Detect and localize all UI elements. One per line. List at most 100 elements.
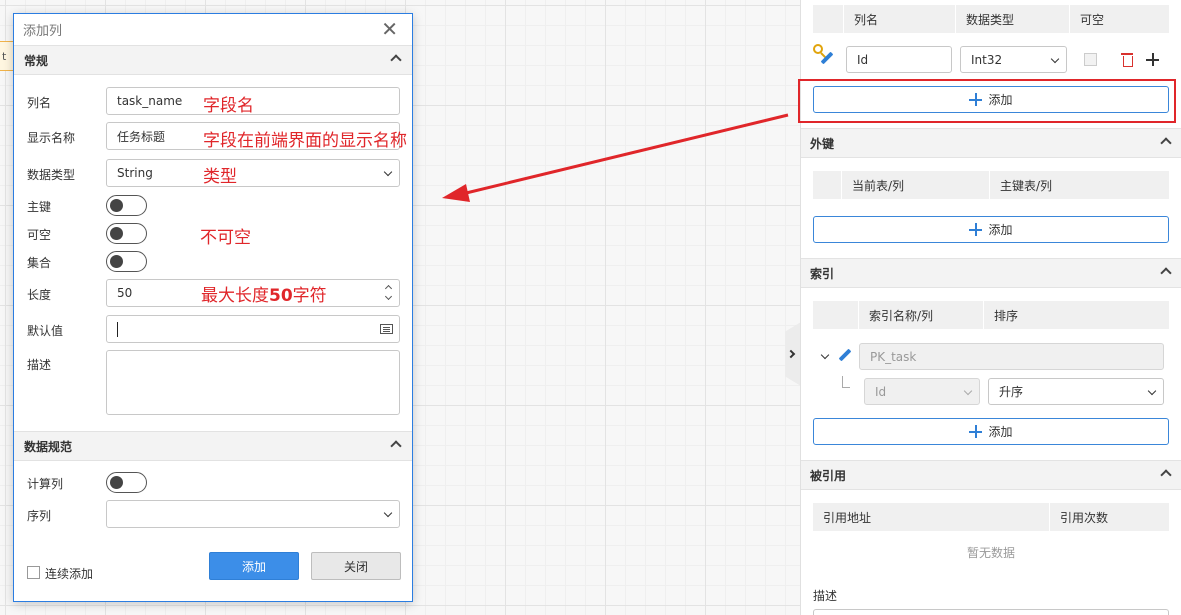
chevron-down-icon <box>963 386 973 396</box>
field-label-default: 默认值 <box>27 324 64 338</box>
panel-description-input[interactable] <box>813 609 1169 615</box>
highlight-frame <box>798 79 1176 123</box>
description-textarea[interactable] <box>106 350 400 415</box>
field-label-description: 描述 <box>27 358 52 372</box>
chevron-up-icon <box>1160 137 1172 149</box>
add-index-button[interactable]: 添加 <box>813 418 1169 445</box>
col-header-nullable: 可空 <box>1069 5 1129 33</box>
section-general-header[interactable]: 常规 <box>14 45 412 75</box>
annotation-data-type: 类型 <box>203 167 237 187</box>
data-type-select[interactable]: String <box>106 159 400 187</box>
indexes-title: 索引 <box>810 266 835 281</box>
close-icon[interactable]: ✕ <box>381 19 398 39</box>
tree-connector <box>842 376 850 388</box>
section-general-title: 常规 <box>24 53 49 68</box>
ref-header-address: 引用地址 <box>823 510 872 525</box>
close-button[interactable]: 关闭 <box>311 552 401 580</box>
description-label: 描述 <box>813 589 838 603</box>
col-header-name: 列名 <box>843 5 961 33</box>
display-name-input-value: 任务标题 <box>117 129 166 144</box>
chevron-down-icon <box>1050 54 1060 64</box>
foreign-keys-title: 外键 <box>810 136 835 151</box>
references-table-header: 引用地址 引用次数 <box>813 503 1169 531</box>
spin-down-icon[interactable] <box>384 292 393 301</box>
edit-icon[interactable] <box>837 348 853 364</box>
chevron-down-icon[interactable] <box>820 350 830 360</box>
index-column-select: Id <box>864 378 980 405</box>
edit-icon[interactable] <box>819 51 835 67</box>
move-icon[interactable] <box>1146 53 1159 66</box>
spin-up-icon[interactable] <box>384 284 393 293</box>
dialog-titlebar: 添加列 ✕ <box>14 14 412 45</box>
index-name-value: PK_task <box>870 349 917 364</box>
field-label-nullable: 可空 <box>27 228 52 242</box>
field-label-data-type: 数据类型 <box>27 168 76 182</box>
continuous-add-label: 连续添加 <box>45 567 94 581</box>
name-input-value: task_name <box>117 94 183 108</box>
sequence-select[interactable] <box>106 500 400 528</box>
section-data-rules-title: 数据规范 <box>24 439 73 454</box>
field-label-display-name: 显示名称 <box>27 131 76 145</box>
annotation-length: 最大长度50字符 <box>201 281 327 306</box>
annotation-length-number: 50 <box>269 286 293 306</box>
dialog-footer: 连续添加 添加 关闭 <box>14 549 412 601</box>
plus-icon <box>969 223 983 236</box>
field-label-sequence: 序列 <box>27 509 52 523</box>
index-order-value: 升序 <box>999 385 1024 399</box>
annotation-name: 字段名 <box>203 96 254 116</box>
add-index-label: 添加 <box>988 425 1013 439</box>
chevron-up-icon <box>390 440 402 452</box>
column-type-value: Int32 <box>971 52 1003 67</box>
memo-icon[interactable] <box>380 324 393 334</box>
fk-header-current: 当前表/列 <box>841 171 989 199</box>
section-indexes-header[interactable]: 索引 <box>801 258 1181 288</box>
field-label-name: 列名 <box>27 96 52 110</box>
column-name-value: Id <box>857 52 869 67</box>
references-empty: 暂无数据 <box>967 546 1016 560</box>
add-foreign-key-button[interactable]: 添加 <box>813 216 1169 243</box>
annotation-length-suffix: 字符 <box>292 286 327 306</box>
field-label-computed: 计算列 <box>27 477 64 491</box>
index-header-name: 索引名称/列 <box>858 301 983 329</box>
foreign-keys-table-header: 当前表/列 主键表/列 <box>813 171 1169 199</box>
column-nullable-checkbox[interactable] <box>1084 53 1097 66</box>
annotation-nullable: 不可空 <box>200 228 251 248</box>
ref-header-count: 引用次数 <box>1049 503 1169 531</box>
column-name-input[interactable]: Id <box>846 46 952 73</box>
annotation-display-name: 字段在前端界面的显示名称 <box>203 131 407 151</box>
chevron-up-icon <box>1160 469 1172 481</box>
collection-toggle[interactable] <box>106 251 147 272</box>
default-value-input[interactable] <box>106 315 400 343</box>
chevron-up-icon <box>390 54 402 66</box>
index-header-order: 排序 <box>983 301 1109 329</box>
field-label-length: 长度 <box>27 288 52 302</box>
section-foreign-keys-header[interactable]: 外键 <box>801 128 1181 158</box>
chevron-down-icon <box>383 508 393 518</box>
annotation-length-prefix: 最大长度 <box>201 286 269 306</box>
field-label-collection: 集合 <box>27 256 52 270</box>
chevron-down-icon <box>383 167 393 177</box>
data-type-select-value: String <box>117 166 153 180</box>
nullable-toggle[interactable] <box>106 223 147 244</box>
length-value: 50 <box>117 286 133 300</box>
section-references-header[interactable]: 被引用 <box>801 460 1181 490</box>
delete-icon[interactable] <box>1121 53 1133 67</box>
text-caret <box>117 322 118 337</box>
dialog-title: 添加列 <box>23 24 63 39</box>
background-node-label: t <box>2 50 7 63</box>
add-column-dialog: 添加列 ✕ 常规 列名 task_name 字段名 显示名称 任务标题 字段在前… <box>13 13 413 602</box>
fk-header-primary: 主键表/列 <box>989 171 1139 199</box>
references-title: 被引用 <box>810 468 847 483</box>
primary-key-toggle[interactable] <box>106 195 147 216</box>
computed-toggle[interactable] <box>106 472 147 493</box>
col-header-type: 数据类型 <box>955 5 1070 33</box>
section-data-rules-header[interactable]: 数据规范 <box>14 431 412 461</box>
index-order-select[interactable]: 升序 <box>988 378 1164 405</box>
index-name-input: PK_task <box>859 343 1164 370</box>
index-column-value: Id <box>875 384 887 399</box>
field-label-primary-key: 主键 <box>27 200 52 214</box>
columns-table-header: 列名 数据类型 可空 <box>813 5 1169 33</box>
add-button[interactable]: 添加 <box>209 552 299 580</box>
continuous-add-checkbox[interactable] <box>27 566 40 579</box>
column-type-select[interactable]: Int32 <box>960 46 1067 73</box>
